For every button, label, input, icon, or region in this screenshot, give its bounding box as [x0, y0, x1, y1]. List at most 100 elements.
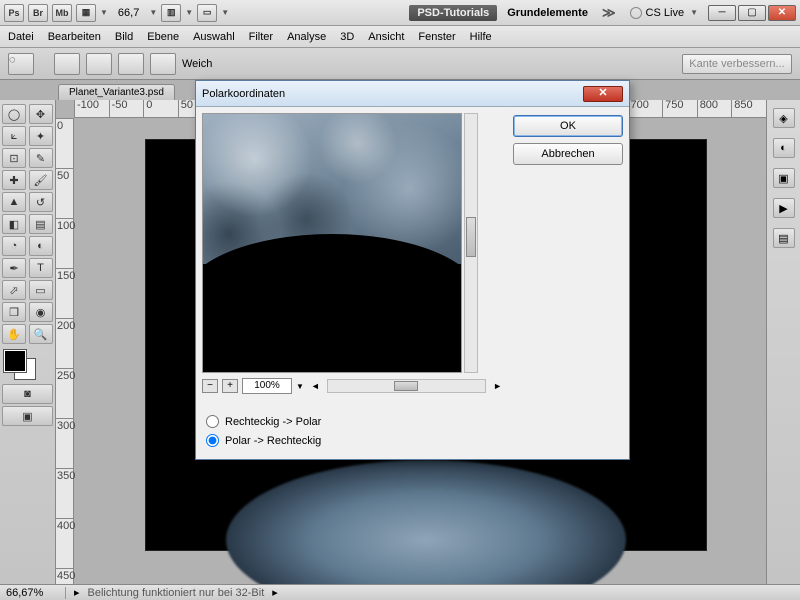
window-maximize[interactable]: ▢	[738, 5, 766, 21]
ok-button[interactable]: OK	[513, 115, 623, 137]
menu-fenster[interactable]: Fenster	[418, 31, 455, 43]
actions-panel-icon[interactable]: ▤	[773, 228, 795, 248]
cslive[interactable]: CS Live▼	[624, 7, 704, 19]
quickmask-icon[interactable]: ◙	[2, 384, 53, 404]
layout-arrow[interactable]: ▼	[100, 8, 108, 17]
radio-polar-to-rect-input[interactable]	[206, 434, 219, 447]
menu-auswahl[interactable]: Auswahl	[193, 31, 235, 43]
title-zoom[interactable]: 66,7	[112, 7, 145, 19]
menu-ebene[interactable]: Ebene	[147, 31, 179, 43]
paths-panel-icon[interactable]: ▣	[773, 168, 795, 188]
menu-3d[interactable]: 3D	[340, 31, 354, 43]
dialog-preview[interactable]	[202, 113, 462, 373]
stamp-tool-icon[interactable]: ▲	[2, 192, 26, 212]
dialog-titlebar[interactable]: Polarkoordinaten ✕	[196, 81, 629, 107]
cslive-icon	[630, 7, 642, 19]
3d-tool-icon[interactable]: ❒	[2, 302, 26, 322]
menu-analyse[interactable]: Analyse	[287, 31, 326, 43]
eraser-tool-icon[interactable]: ◧	[2, 214, 26, 234]
workspace-grund[interactable]: Grundelemente	[501, 7, 594, 19]
refine-edge-button[interactable]: Kante verbessern...	[682, 54, 792, 74]
hand-tool-icon[interactable]: ✋	[2, 324, 26, 344]
lasso-tool-icon[interactable]: ⟀	[2, 126, 26, 146]
preview-hscroll-thumb[interactable]	[394, 381, 418, 391]
toolbox: ◯ ✥ ⟀ ✦ ⊡ ✎ ✚ 🖌 ▲ ↺ ◧ ▤ ◔ ◐ ✒ T ⬀ ▭ ❒ ◉ …	[0, 100, 56, 584]
3dcamera-tool-icon[interactable]: ◉	[29, 302, 53, 322]
type-tool-icon[interactable]: T	[29, 258, 53, 278]
minibridge-icon[interactable]: Mb	[52, 4, 72, 22]
move-tool-icon[interactable]: ✥	[29, 104, 53, 124]
menu-datei[interactable]: Datei	[8, 31, 34, 43]
radio-rect-to-polar-input[interactable]	[206, 415, 219, 428]
screenmode-arrow[interactable]: ▼	[221, 8, 229, 17]
gradient-tool-icon[interactable]: ▤	[29, 214, 53, 234]
menu-bild[interactable]: Bild	[115, 31, 133, 43]
layers-panel-icon[interactable]: ◈	[773, 108, 795, 128]
preview-hscroll[interactable]	[327, 379, 486, 393]
bridge-icon[interactable]: Br	[28, 4, 48, 22]
menu-bearbeiten[interactable]: Bearbeiten	[48, 31, 101, 43]
titlebar: Ps Br Mb ▦ ▼ 66,7 ▼ ▥ ▼ ▭ ▼ PSD-Tutorial…	[0, 0, 800, 26]
preview-vscroll-thumb[interactable]	[466, 217, 476, 257]
history-brush-icon[interactable]: ↺	[29, 192, 53, 212]
polar-coordinates-dialog: Polarkoordinaten ✕ − + 100% ▼ ◄ ► Re	[195, 80, 630, 460]
ps-icon[interactable]: Ps	[4, 4, 24, 22]
arrange-icon[interactable]: ▥	[161, 4, 181, 22]
screenmode-icon[interactable]: ▣	[2, 406, 53, 426]
screenmode-icon[interactable]: ▭	[197, 4, 217, 22]
wand-tool-icon[interactable]: ✦	[29, 126, 53, 146]
radio-polar-to-rect[interactable]: Polar -> Rechteckig	[206, 434, 505, 447]
panels-dock: ◈ ◐ ▣ ▶ ▤	[766, 100, 800, 584]
dodge-tool-icon[interactable]: ◐	[29, 236, 53, 256]
status-zoom[interactable]: 66,67%	[6, 587, 66, 599]
menu-ansicht[interactable]: Ansicht	[368, 31, 404, 43]
window-minimize[interactable]: ─	[708, 5, 736, 21]
history-panel-icon[interactable]: ▶	[773, 198, 795, 218]
preview-zoom-dropdown[interactable]: ▼	[296, 382, 304, 391]
selmode-new-icon[interactable]	[54, 53, 80, 75]
zoom-arrow[interactable]: ▼	[149, 8, 157, 17]
window-close[interactable]: ✕	[768, 5, 796, 21]
zoom-tool-icon[interactable]: 🔍	[29, 324, 53, 344]
dialog-close-button[interactable]: ✕	[583, 86, 623, 102]
ruler-vertical: 050100150200250300350400450500	[56, 118, 74, 584]
pen-tool-icon[interactable]: ✒	[2, 258, 26, 278]
path-tool-icon[interactable]: ⬀	[2, 280, 26, 300]
preview-vscroll[interactable]	[464, 113, 478, 373]
statusbar: 66,67% ▸ Belichtung funktioniert nur bei…	[0, 584, 800, 600]
crop-tool-icon[interactable]: ⊡	[2, 148, 26, 168]
heal-tool-icon[interactable]: ✚	[2, 170, 26, 190]
preview-zoom-out[interactable]: −	[202, 379, 218, 393]
marquee-tool-icon[interactable]: ◯	[2, 104, 26, 124]
preview-zoom-in[interactable]: +	[222, 379, 238, 393]
fg-color-swatch[interactable]	[4, 350, 26, 372]
hscroll-left-icon[interactable]: ◄	[308, 381, 323, 391]
arrange-arrow[interactable]: ▼	[185, 8, 193, 17]
brush-tool-icon[interactable]: 🖌	[29, 170, 53, 190]
blur-tool-icon[interactable]: ◔	[2, 236, 26, 256]
status-arrow-icon[interactable]: ▸	[74, 586, 80, 599]
selmode-int-icon[interactable]	[150, 53, 176, 75]
canvas-planet-content	[226, 460, 626, 584]
menu-hilfe[interactable]: Hilfe	[470, 31, 492, 43]
channels-panel-icon[interactable]: ◐	[773, 138, 795, 158]
layout-icon[interactable]: ▦	[76, 4, 96, 22]
color-swatches[interactable]	[2, 350, 53, 382]
menu-filter[interactable]: Filter	[249, 31, 273, 43]
eyedropper-tool-icon[interactable]: ✎	[29, 148, 53, 168]
shape-tool-icon[interactable]: ▭	[29, 280, 53, 300]
document-tab[interactable]: Planet_Variante3.psd	[58, 84, 175, 100]
cancel-button[interactable]: Abbrechen	[513, 143, 623, 165]
selmode-sub-icon[interactable]	[118, 53, 144, 75]
preview-zoom-value[interactable]: 100%	[242, 378, 292, 394]
workspace-psdtut[interactable]: PSD-Tutorials	[409, 5, 497, 21]
active-tool-icon[interactable]: ◌	[8, 53, 34, 75]
dialog-title: Polarkoordinaten	[202, 88, 285, 100]
feather-label: Weich	[182, 58, 212, 70]
radio-rect-to-polar[interactable]: Rechteckig -> Polar	[206, 415, 505, 428]
options-bar: ◌ Weich Kante verbessern...	[0, 48, 800, 80]
hscroll-right-icon[interactable]: ►	[490, 381, 505, 391]
workspace-more[interactable]: ≫	[598, 5, 620, 21]
selmode-add-icon[interactable]	[86, 53, 112, 75]
status-arrow2-icon[interactable]: ▸	[272, 586, 278, 599]
